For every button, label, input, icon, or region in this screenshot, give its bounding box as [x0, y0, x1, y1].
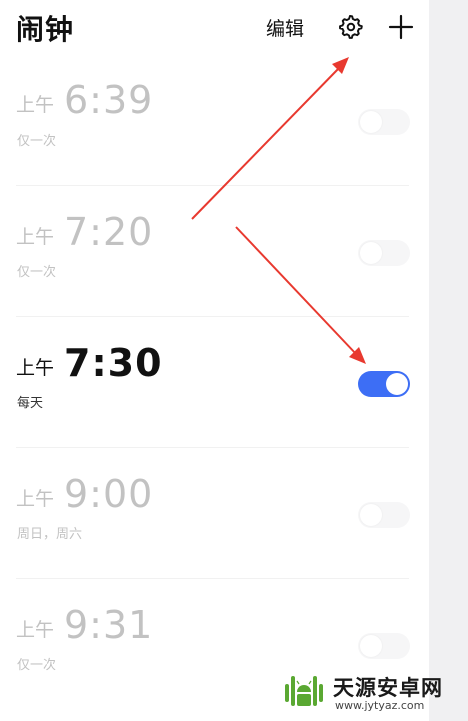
alarm-time: 9:31: [64, 603, 154, 647]
watermark-url: www.jytyaz.com: [335, 699, 425, 712]
edit-button[interactable]: 编辑: [266, 14, 304, 41]
alarm-toggle[interactable]: [358, 633, 410, 659]
alarm-time: 6:39: [64, 78, 154, 122]
android-logo-icon: [285, 676, 323, 706]
toggle-knob: [360, 504, 382, 526]
alarm-toggle[interactable]: [358, 371, 410, 397]
alarm-period: 上午: [16, 226, 55, 248]
alarm-time: 9:00: [64, 472, 154, 516]
alarm-period: 上午: [16, 94, 55, 116]
alarm-toggle[interactable]: [358, 502, 410, 528]
alarm-time: 7:20: [64, 210, 154, 254]
alarm-period: 上午: [16, 488, 55, 510]
gear-icon: [339, 14, 363, 39]
alarm-repeat: 仅一次: [17, 265, 57, 280]
alarm-period: 上午: [16, 357, 55, 379]
alarm-row[interactable]: 上午 7:20 仅一次: [0, 186, 429, 317]
alarm-row[interactable]: 上午 7:30 每天: [0, 317, 429, 448]
toggle-knob: [386, 373, 408, 395]
watermark-name: 天源安卓网: [333, 676, 443, 700]
alarm-repeat: 仅一次: [17, 658, 57, 673]
toggle-knob: [360, 635, 382, 657]
alarm-screen: 闹钟 编辑 上午 6:39 仅一次 上午 7:20 仅一次 上午 7:30 每天…: [0, 0, 468, 721]
toggle-knob: [360, 242, 382, 264]
alarm-toggle[interactable]: [358, 240, 410, 266]
alarm-list: 上午 6:39 仅一次 上午 7:20 仅一次 上午 7:30 每天 上午 9:…: [0, 58, 429, 710]
alarm-row[interactable]: 上午 6:39 仅一次: [0, 58, 429, 186]
alarm-toggle[interactable]: [358, 109, 410, 135]
settings-button[interactable]: [336, 13, 364, 41]
alarm-time: 7:30: [64, 341, 163, 385]
add-alarm-button[interactable]: [386, 12, 416, 42]
alarm-repeat: 周日，周六: [17, 527, 83, 542]
page-title: 闹钟: [16, 13, 75, 46]
watermark: 天源安卓网 www.jytyaz.com: [275, 668, 465, 716]
header: 闹钟 编辑: [0, 0, 429, 58]
alarm-period: 上午: [16, 619, 55, 641]
alarm-repeat: 每天: [17, 396, 44, 411]
alarm-row[interactable]: 上午 9:00 周日，周六: [0, 448, 429, 579]
alarm-repeat: 仅一次: [17, 134, 57, 149]
side-panel: [429, 0, 468, 721]
toggle-knob: [360, 111, 382, 133]
plus-icon: [388, 14, 414, 40]
